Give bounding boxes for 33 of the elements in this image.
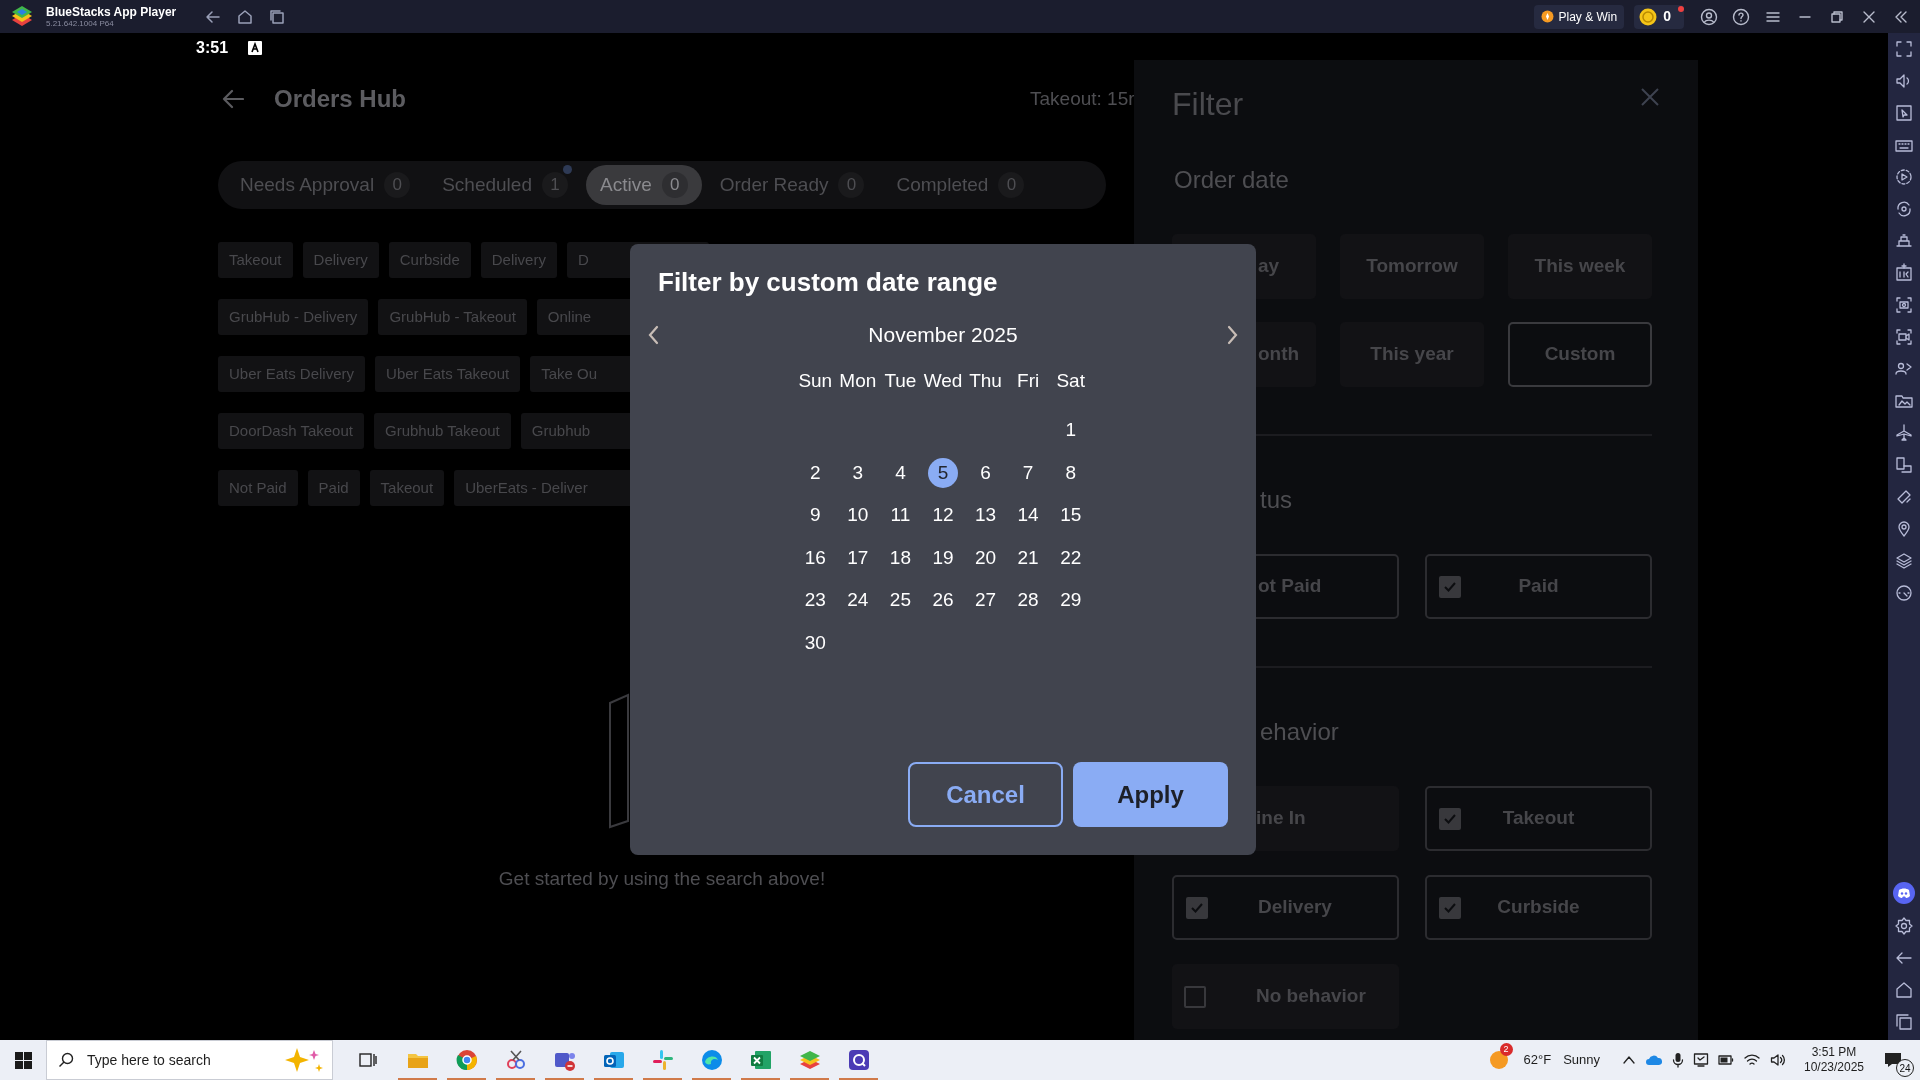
section-heading: tus — [1260, 485, 1292, 515]
weekday-label: Fri — [1017, 368, 1040, 393]
month-label: November 2025 — [868, 322, 1018, 349]
weekday-label: Tue — [884, 368, 917, 393]
empty-state-message: Get started by using the search above! — [498, 866, 826, 891]
play-and-win-label: Play & Win — [1558, 8, 1618, 26]
coin-count: 0 — [1663, 7, 1672, 26]
dialog-title: Filter by custom date range — [658, 265, 998, 299]
section-heading: ehavior — [1260, 717, 1339, 747]
window-title: BlueStacks App Player — [46, 5, 177, 18]
status-time: 3:51 — [196, 38, 229, 58]
option-label: Curbside — [1496, 895, 1581, 920]
section-heading: Order date — [1174, 165, 1289, 195]
option-label: Delivery — [1258, 895, 1332, 920]
weekday-label: Wed — [923, 368, 963, 393]
option-label: ot Paid — [1258, 574, 1322, 599]
option-label: Paid — [1517, 574, 1560, 599]
weekday-label: Thu — [969, 368, 1002, 393]
weekday-label: Sat — [1056, 368, 1085, 393]
weather-badge: 2 — [1499, 1043, 1513, 1056]
notification-count: 24 — [1896, 1059, 1914, 1077]
weekday-label: Sun — [798, 368, 833, 393]
clock-time: 3:51 PM — [1811, 1045, 1857, 1060]
page-title: Orders Hub — [274, 84, 407, 114]
weather-condition: Sunny — [1563, 1051, 1600, 1070]
temperature-label: 62°F — [1523, 1051, 1552, 1070]
panel-title: Filter — [1172, 85, 1244, 124]
clock-date: 10/23/2025 — [1803, 1060, 1865, 1075]
count-badge: 0 — [661, 172, 688, 198]
prep-time-label: Takeout: 15r — [1030, 86, 1135, 111]
option-label: Takeout — [1501, 806, 1576, 831]
version-label: 5.21.642.1004 P64 — [46, 19, 114, 28]
weekday-label: Mon — [839, 368, 877, 393]
